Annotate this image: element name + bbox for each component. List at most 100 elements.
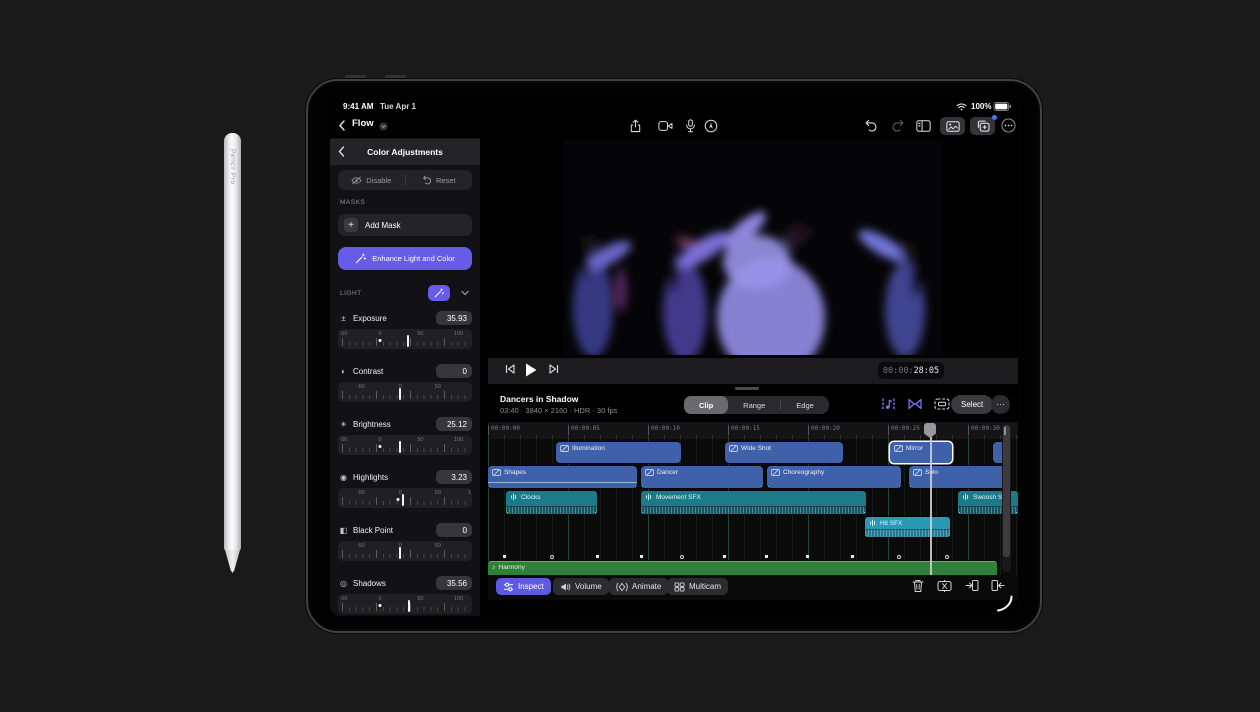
contrast-ruler[interactable]: -50 0 50	[338, 382, 472, 402]
scrollbar-grip	[1004, 427, 1006, 435]
clip-harmony[interactable]: ♪ Harmony	[488, 561, 997, 575]
clip-illumination[interactable]: Illumination	[556, 442, 681, 463]
play-icon[interactable]	[524, 362, 538, 378]
waveform	[506, 506, 597, 514]
video-viewer	[488, 138, 1018, 358]
clip-mirror[interactable]: Mirror	[890, 442, 952, 463]
mode-clip[interactable]: Clip	[684, 396, 728, 414]
battery-percent: 100%	[971, 102, 991, 111]
slider-value[interactable]: 0	[436, 523, 472, 537]
timeline-more-icon[interactable]: ⋯	[991, 395, 1010, 414]
reset-button[interactable]: Reset	[406, 170, 473, 190]
timeline-ruler[interactable]: 00:00:00 00:00:05 00:00:10 00:00:15 00:0…	[488, 422, 1018, 439]
reset-icon	[422, 175, 432, 185]
overwrite-clip-icon[interactable]	[991, 579, 1005, 592]
multicam-button[interactable]: Multicam	[667, 578, 728, 595]
scrollbar-thumb[interactable]	[1003, 425, 1010, 557]
panel-back-icon[interactable]	[338, 146, 345, 157]
panel-drag-handle[interactable]	[735, 387, 759, 390]
inspector-panel-icon[interactable]	[913, 117, 933, 134]
clip-dancer[interactable]: Dancer	[641, 466, 763, 488]
undo-icon[interactable]	[861, 117, 881, 134]
wifi-icon	[956, 103, 967, 111]
timeline-tracks[interactable]: Illumination Wide Shot Mirror Shapes Dan…	[488, 439, 1018, 575]
redo-icon[interactable]	[888, 117, 908, 134]
black-point-ruler[interactable]: -50 0 50	[338, 541, 472, 561]
trim-bowtie-icon[interactable]	[907, 397, 923, 411]
chevron-down-icon[interactable]	[460, 288, 470, 298]
delete-icon[interactable]	[912, 579, 924, 593]
highlights-ruler[interactable]: -50 0 50 1	[338, 488, 472, 508]
notification-dot	[992, 115, 997, 120]
slider-value[interactable]: 35.56	[436, 576, 472, 590]
light-auto-enhance-button[interactable]	[428, 285, 450, 301]
timecode-display[interactable]: 00:00:28:05	[878, 362, 944, 379]
clip-solo[interactable]: Solo	[909, 466, 1006, 488]
slider-value[interactable]: 35.93	[436, 311, 472, 325]
exposure-ruler[interactable]: -50 0 50 100	[338, 329, 472, 349]
media-browser-icon[interactable]	[940, 117, 965, 135]
exposure-icon: ±	[338, 314, 349, 323]
slider-value[interactable]: 25.12	[436, 417, 472, 431]
status-date: Tue Apr 1	[380, 102, 416, 111]
status-bar: 9:41 AM Tue Apr 1 100%	[330, 96, 1018, 116]
timeline-scrollbar[interactable]	[1002, 424, 1011, 572]
clip-choreography[interactable]: Choreography	[767, 466, 901, 488]
slider-indicator[interactable]	[407, 335, 409, 347]
overlay-library-icon[interactable]	[970, 117, 995, 135]
slider-indicator[interactable]	[399, 547, 401, 559]
slider-indicator[interactable]	[402, 494, 404, 506]
clip-movement-sfx[interactable]: Movement SFX	[641, 491, 866, 514]
timeline[interactable]: 00:00:00 00:00:05 00:00:10 00:00:15 00:0…	[488, 422, 1018, 575]
clip-browser-icon[interactable]	[934, 397, 950, 411]
disable-reset-group: Disable Reset	[338, 170, 472, 190]
slider-value[interactable]: 0	[436, 364, 472, 378]
annotate-icon[interactable]	[701, 117, 721, 134]
slider-indicator[interactable]	[399, 441, 401, 453]
brightness-ruler[interactable]: -50 0 50 100	[338, 435, 472, 455]
split-clip-icon[interactable]	[937, 579, 952, 593]
beat-marker	[640, 555, 643, 558]
more-icon[interactable]	[998, 117, 1018, 134]
add-mask-button[interactable]: + Add Mask	[338, 214, 472, 236]
audio-lanes-icon[interactable]	[881, 397, 896, 411]
sliders-icon	[503, 582, 514, 592]
slider-indicator[interactable]	[399, 388, 401, 400]
insert-clip-icon[interactable]	[965, 579, 979, 592]
clip-wide-shot[interactable]: Wide Shot	[725, 442, 843, 463]
slider-label: Contrast	[353, 367, 432, 376]
ipad-screen: 9:41 AM Tue Apr 1 100% Flow	[330, 96, 1018, 616]
project-name[interactable]: Flow	[352, 118, 374, 129]
disable-button[interactable]: Disable	[338, 170, 405, 190]
enhance-light-color-button[interactable]: Enhance Light and Color	[338, 247, 472, 270]
slider-indicator[interactable]	[408, 600, 410, 612]
microphone-icon[interactable]	[680, 117, 700, 134]
waveform	[865, 529, 950, 537]
clip-hit-sfx[interactable]: Hit SFX	[865, 517, 950, 537]
share-icon[interactable]	[625, 117, 645, 134]
skip-back-icon[interactable]	[504, 363, 516, 375]
skip-forward-icon[interactable]	[548, 363, 560, 375]
select-button[interactable]: Select	[951, 395, 993, 414]
shadows-ruler[interactable]: -50 0 50 100	[338, 594, 472, 614]
enhance-label: Enhance Light and Color	[372, 254, 455, 263]
playhead[interactable]	[930, 428, 932, 575]
slider-black-point: ◧ Black Point 0 -50 0 50	[338, 522, 472, 564]
battery-icon	[993, 102, 1012, 111]
camera-icon[interactable]	[655, 117, 675, 134]
zero-marker	[397, 498, 400, 501]
waveform-icon	[962, 493, 970, 501]
mode-edge[interactable]: Edge	[781, 396, 829, 414]
slider-value[interactable]: 3.23	[436, 470, 472, 484]
mode-range[interactable]: Range	[728, 396, 780, 414]
volume-button[interactable]: Volume	[553, 578, 609, 595]
corner-gesture-indicator	[996, 595, 1014, 612]
project-chevron-icon[interactable]	[379, 122, 388, 131]
clip-shapes[interactable]: Shapes	[488, 466, 637, 488]
beat-marker	[680, 555, 684, 559]
slider-label: Brightness	[353, 420, 432, 429]
clip-clocks[interactable]: Clocks	[506, 491, 597, 514]
back-icon[interactable]	[338, 120, 346, 131]
inspect-button[interactable]: Inspect	[496, 578, 551, 595]
animate-button[interactable]: Animate	[609, 578, 668, 595]
